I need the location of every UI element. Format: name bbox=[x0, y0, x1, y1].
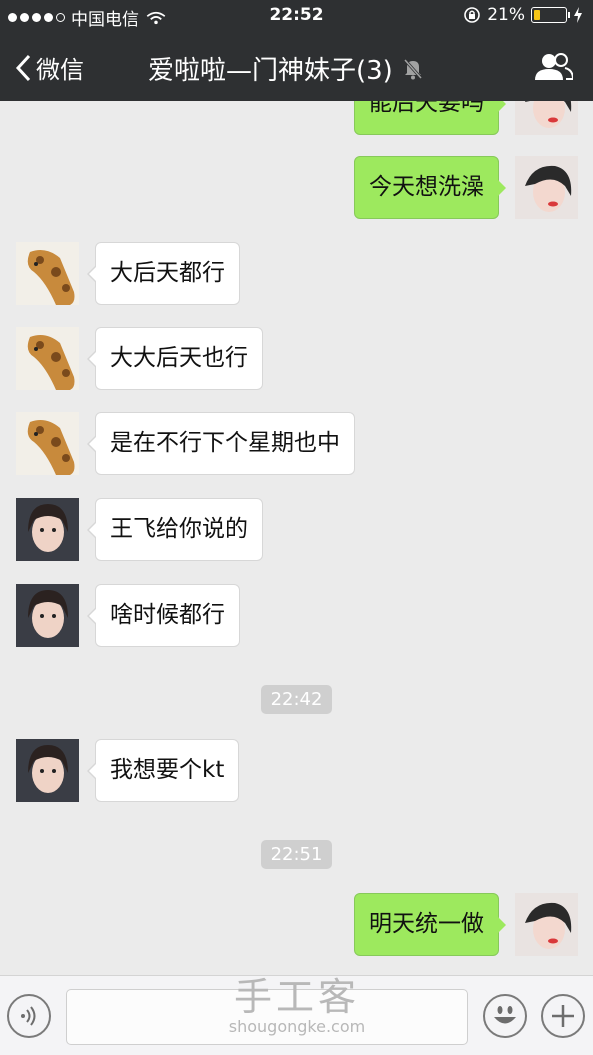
bell-mute-icon bbox=[403, 58, 422, 79]
message-incoming: 大大后天也行 bbox=[16, 327, 263, 390]
message-bubble[interactable]: 大后天都行 bbox=[87, 242, 240, 305]
message-incoming: 啥时候都行 bbox=[16, 584, 240, 647]
chat-title: 爱啦啦—门神妹子(3) bbox=[148, 50, 423, 87]
plus-icon bbox=[552, 1005, 574, 1027]
message-incoming: 大后天都行 bbox=[16, 242, 240, 305]
timestamp: 22:51 bbox=[0, 840, 593, 869]
girl-avatar[interactable] bbox=[16, 584, 79, 647]
giraffe-avatar[interactable] bbox=[16, 242, 79, 305]
message-bubble[interactable]: 王飞给你说的 bbox=[87, 498, 263, 561]
top-bar: 中国电信 22:52 21% 微信 爱啦啦—门神妹子(3) bbox=[0, 0, 593, 101]
battery-percent: 21% bbox=[487, 5, 525, 25]
message-input[interactable] bbox=[66, 989, 468, 1045]
people-icon bbox=[535, 53, 575, 80]
voice-button[interactable] bbox=[7, 994, 51, 1038]
message-incoming: 我想要个kt bbox=[16, 739, 240, 802]
voice-icon bbox=[21, 1006, 36, 1026]
girl-avatar[interactable] bbox=[16, 498, 79, 561]
group-members-button[interactable] bbox=[535, 52, 575, 86]
message-bubble[interactable]: 是在不行下个星期也中 bbox=[87, 412, 355, 475]
message-incoming: 是在不行下个星期也中 bbox=[16, 412, 355, 475]
rotation-lock-icon bbox=[464, 7, 481, 23]
timestamp: 22:42 bbox=[0, 685, 593, 714]
back-label: 微信 bbox=[36, 56, 84, 84]
message-bubble[interactable]: 明天统一做 bbox=[354, 893, 506, 956]
nav-bar: 微信 爱啦啦—门神妹子(3) bbox=[0, 38, 593, 98]
giraffe-avatar[interactable] bbox=[16, 327, 79, 390]
timestamp-label: 22:51 bbox=[260, 840, 333, 869]
message-bubble[interactable]: 今天想洗澡 bbox=[354, 156, 506, 219]
message-incoming: 王飞给你说的 bbox=[16, 498, 263, 561]
message-bubble[interactable]: 我想要个kt bbox=[86, 739, 240, 802]
plus-button[interactable] bbox=[541, 994, 585, 1038]
status-bar: 中国电信 22:52 21% bbox=[0, 0, 593, 32]
chevron-left-icon bbox=[15, 54, 31, 81]
emoji-icon bbox=[494, 1006, 516, 1024]
message-bubble[interactable]: 大大后天也行 bbox=[87, 327, 263, 390]
giraffe-avatar[interactable] bbox=[16, 412, 79, 475]
self-avatar[interactable] bbox=[515, 156, 578, 219]
charging-icon bbox=[574, 7, 582, 23]
emoji-button[interactable] bbox=[483, 994, 527, 1038]
message-outgoing: 今天想洗澡 bbox=[354, 156, 578, 219]
input-bar bbox=[0, 975, 593, 1055]
self-avatar[interactable] bbox=[515, 893, 578, 956]
back-button[interactable]: 微信 bbox=[14, 50, 84, 85]
chat-title-text: 爱啦啦—门神妹子(3) bbox=[148, 56, 393, 86]
battery-icon bbox=[531, 7, 570, 23]
message-outgoing: 明天统一做 bbox=[354, 893, 578, 956]
timestamp-label: 22:42 bbox=[260, 685, 333, 714]
girl-avatar[interactable] bbox=[16, 739, 79, 802]
message-bubble[interactable]: 啥时候都行 bbox=[87, 584, 240, 647]
